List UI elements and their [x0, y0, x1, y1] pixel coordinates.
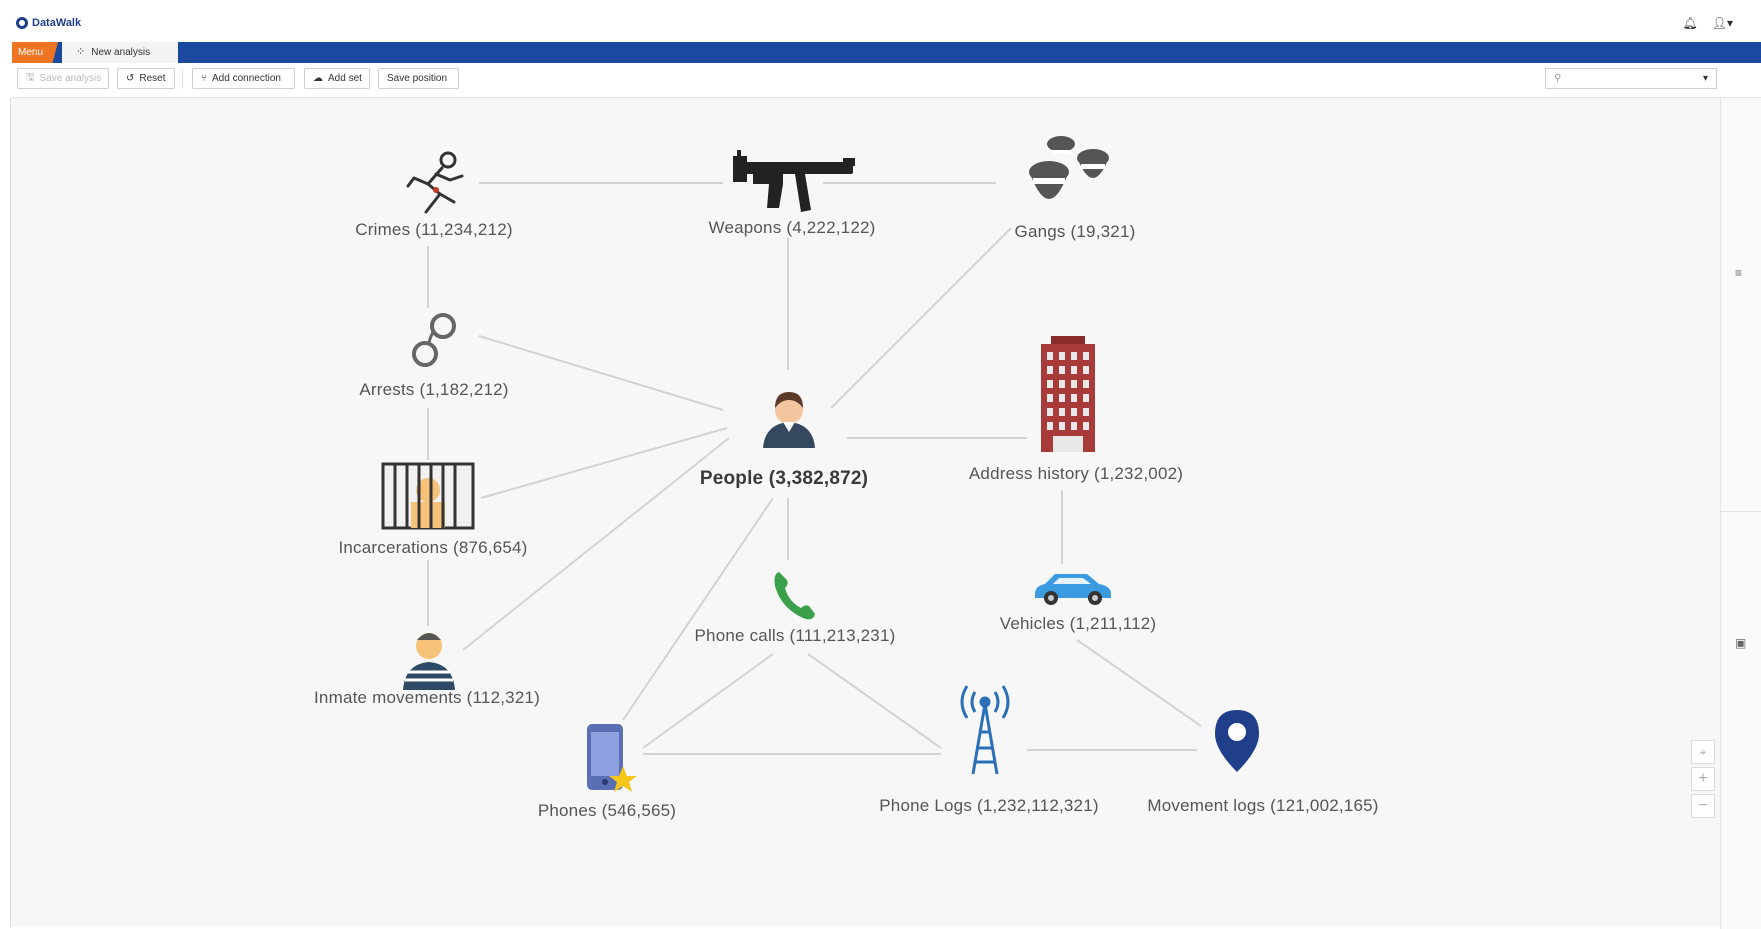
edge-people-phones — [622, 497, 774, 721]
add-set-button[interactable]: ☁︎ Add set — [304, 68, 370, 89]
node-movement-logs[interactable]: Movement logs (121,002,165) — [1147, 796, 1378, 816]
jail-bars-icon — [381, 462, 475, 530]
logo-icon — [16, 17, 28, 29]
graph-icon: ⁘ — [76, 46, 86, 58]
node-arrests[interactable]: Arrests (1,182,212) — [359, 380, 508, 400]
layers-panel-icon[interactable]: ▣ — [1735, 636, 1746, 650]
add-set-label: Add set — [328, 73, 362, 84]
phone-handset-icon — [774, 572, 815, 620]
add-connection-button[interactable]: ⑂ Add connection — [192, 68, 295, 89]
edge-phonecalls-phonelogs — [807, 653, 942, 749]
tab-label: New analysis — [91, 47, 151, 58]
user-icon[interactable]: 👤︎▾ — [1712, 16, 1733, 30]
tab-new-analysis[interactable]: ⁘ New analysis — [62, 42, 178, 63]
edge-vehicles-movement — [1076, 639, 1202, 727]
reset-icon: ↺ — [126, 73, 135, 84]
save-analysis-button[interactable]: 🖫︎ Save analysis — [17, 68, 109, 89]
save-position-label: Save position — [387, 73, 448, 84]
gangs-icon — [1029, 136, 1109, 199]
node-phone-logs[interactable]: Phone Logs (1,232,112,321) — [879, 796, 1098, 816]
node-phone-calls[interactable]: Phone calls (111,213,231) — [695, 626, 896, 646]
node-crimes[interactable]: Crimes (11,234,212) — [355, 220, 513, 240]
reset-button[interactable]: ↺ Reset — [117, 68, 175, 89]
zoom-in-button[interactable]: + — [1691, 767, 1715, 791]
building-icon — [1041, 336, 1095, 452]
edge-incarcerations-people — [480, 427, 728, 499]
save-icon: 🖫︎ — [26, 72, 35, 83]
right-side-panel: ≡ ▣ — [1720, 98, 1761, 929]
edge-arrests-people — [478, 335, 724, 411]
person-icon — [763, 392, 815, 448]
chevron-down-icon: ▾ — [1702, 73, 1708, 84]
add-connection-icon: ⑂ — [201, 73, 207, 84]
toolbar-divider — [182, 69, 183, 89]
location-pin-icon — [1215, 710, 1259, 772]
search-select[interactable]: ⚲ ▾ — [1545, 68, 1717, 89]
node-phones[interactable]: Phones (546,565) — [538, 801, 676, 821]
zoom-out-button[interactable]: − — [1691, 794, 1715, 818]
graph-canvas[interactable]: Crimes (11,234,212) Weapons (4,222,122) … — [10, 98, 1720, 927]
minus-icon: − — [1698, 797, 1708, 814]
panel-divider — [1721, 511, 1761, 512]
antenna-tower-icon — [960, 685, 1010, 775]
inmate-icon — [403, 633, 455, 690]
toolbar: 🖫︎ Save analysis ↺ Reset ⑂ Add connection ☁… — [12, 63, 1761, 98]
node-vehicles[interactable]: Vehicles (1,211,112) — [1000, 614, 1156, 634]
plus-icon: + — [1698, 770, 1708, 787]
car-icon — [1035, 574, 1111, 605]
list-panel-icon[interactable]: ≡ — [1735, 266, 1742, 280]
tab-bar: Menu ⁘ New analysis — [12, 42, 1761, 63]
search-icon: ⚲ — [1554, 73, 1562, 84]
save-analysis-label: Save analysis — [39, 73, 102, 84]
node-weapons[interactable]: Weapons (4,222,122) — [709, 218, 876, 238]
app-logo[interactable]: DataWalk — [16, 17, 81, 29]
handcuffs-icon — [412, 313, 456, 367]
node-address-history[interactable]: Address history (1,232,002) — [969, 464, 1183, 484]
mobile-phone-icon — [587, 724, 637, 792]
top-bar: DataWalk 🔔︎ 👤︎▾ — [0, 0, 1761, 42]
save-position-button[interactable]: Save position — [378, 68, 459, 89]
menu-tab[interactable]: Menu — [12, 42, 58, 63]
cloud-add-icon: ☁︎ — [313, 73, 323, 84]
node-inmate-movements[interactable]: Inmate movements (112,321) — [314, 688, 540, 708]
node-people[interactable]: People (3,382,872) — [700, 468, 868, 490]
bell-icon[interactable]: 🔔︎ — [1683, 16, 1698, 30]
edge-phonecalls-phones — [642, 653, 774, 749]
reset-label: Reset — [139, 73, 166, 84]
gun-icon — [733, 150, 855, 212]
add-connection-label: Add connection — [212, 73, 281, 84]
app-name: DataWalk — [32, 17, 82, 29]
node-incarcerations[interactable]: Incarcerations (876,654) — [338, 538, 527, 558]
recenter-button[interactable]: ⌖ — [1691, 740, 1715, 764]
crosshair-icon: ⌖ — [1699, 744, 1707, 759]
edge-gangs-people — [830, 227, 1012, 409]
node-gangs[interactable]: Gangs (19,321) — [1015, 222, 1136, 242]
running-figure-icon — [406, 151, 464, 214]
